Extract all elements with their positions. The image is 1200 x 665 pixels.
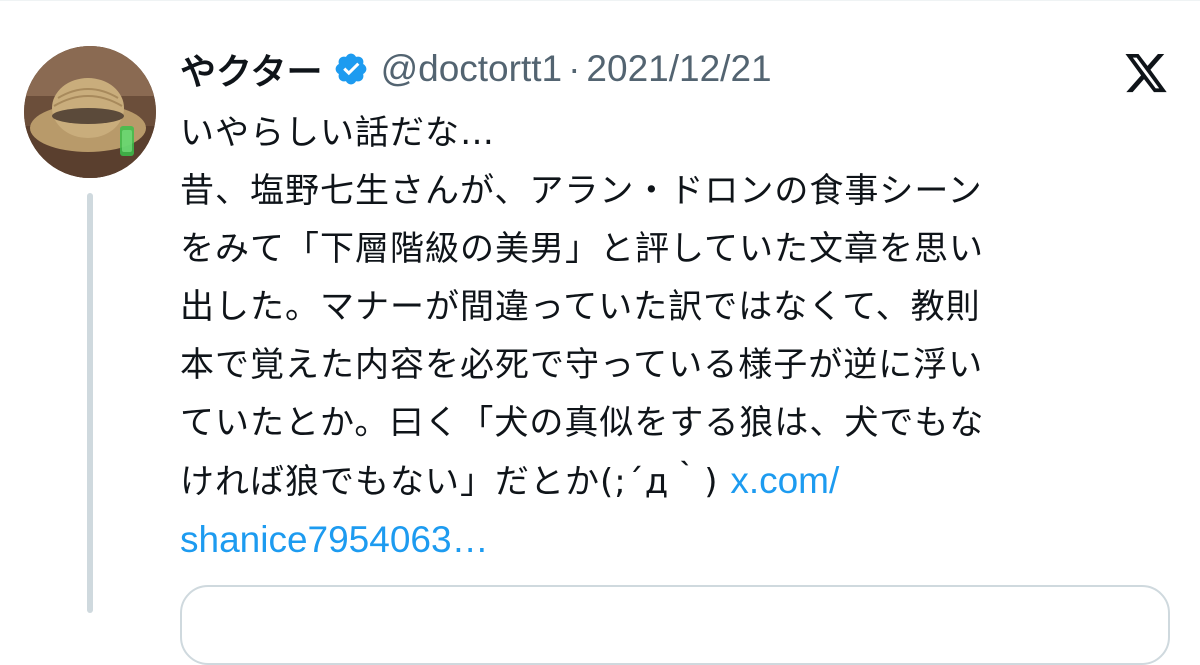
tweet-link[interactable]: x.com/ — [730, 460, 839, 501]
tweet-text-line: 昔、塩野七生さんが、アラン・ドロンの食事シーン — [180, 171, 983, 211]
tweet-header: やクター @doctortt1 · 2021/12/21 — [180, 44, 772, 94]
quoted-tweet-card[interactable] — [180, 585, 1170, 665]
verified-badge-icon — [333, 51, 369, 87]
display-name[interactable]: やクター — [180, 43, 323, 95]
avatar[interactable] — [24, 46, 156, 178]
tweet-text-line: 本で覚えた内容を必死で守っている様子が逆に浮い — [180, 345, 984, 385]
tweet-text-last-line: ければ狼でもない」だとか(;´д｀) x.com/ — [180, 452, 1180, 511]
avatar-straw-hat-image — [24, 46, 156, 178]
tweet-text-line: ければ狼でもない」だとか(;´д｀) — [180, 462, 719, 502]
tweet-text-line: 出した。マナーが間違っていた訳ではなくて、教則 — [180, 287, 981, 327]
tweet-text: いやらしい話だな… 昔、塩野七生さんが、アラン・ドロンの食事シーン をみて「下層… — [180, 104, 1180, 570]
top-divider — [0, 0, 1200, 1]
tweet-text-line: をみて「下層階級の美男」と評していた文章を思い — [180, 229, 984, 269]
header-separator: · — [568, 48, 581, 89]
thread-connector-line — [87, 193, 93, 613]
tweet-link-line: shanice7954063… — [180, 511, 1180, 570]
tweet-text-line: ていたとか。曰く「犬の真似をする狼は、犬でもな — [180, 403, 985, 443]
post-date[interactable]: 2021/12/21 — [586, 48, 771, 90]
x-logo-icon[interactable] — [1122, 54, 1170, 96]
tweet-link-continued[interactable]: shanice7954063… — [180, 519, 489, 560]
user-handle[interactable]: @doctortt1 — [381, 48, 563, 90]
tweet-text-line: いやらしい話だな… — [180, 113, 495, 153]
